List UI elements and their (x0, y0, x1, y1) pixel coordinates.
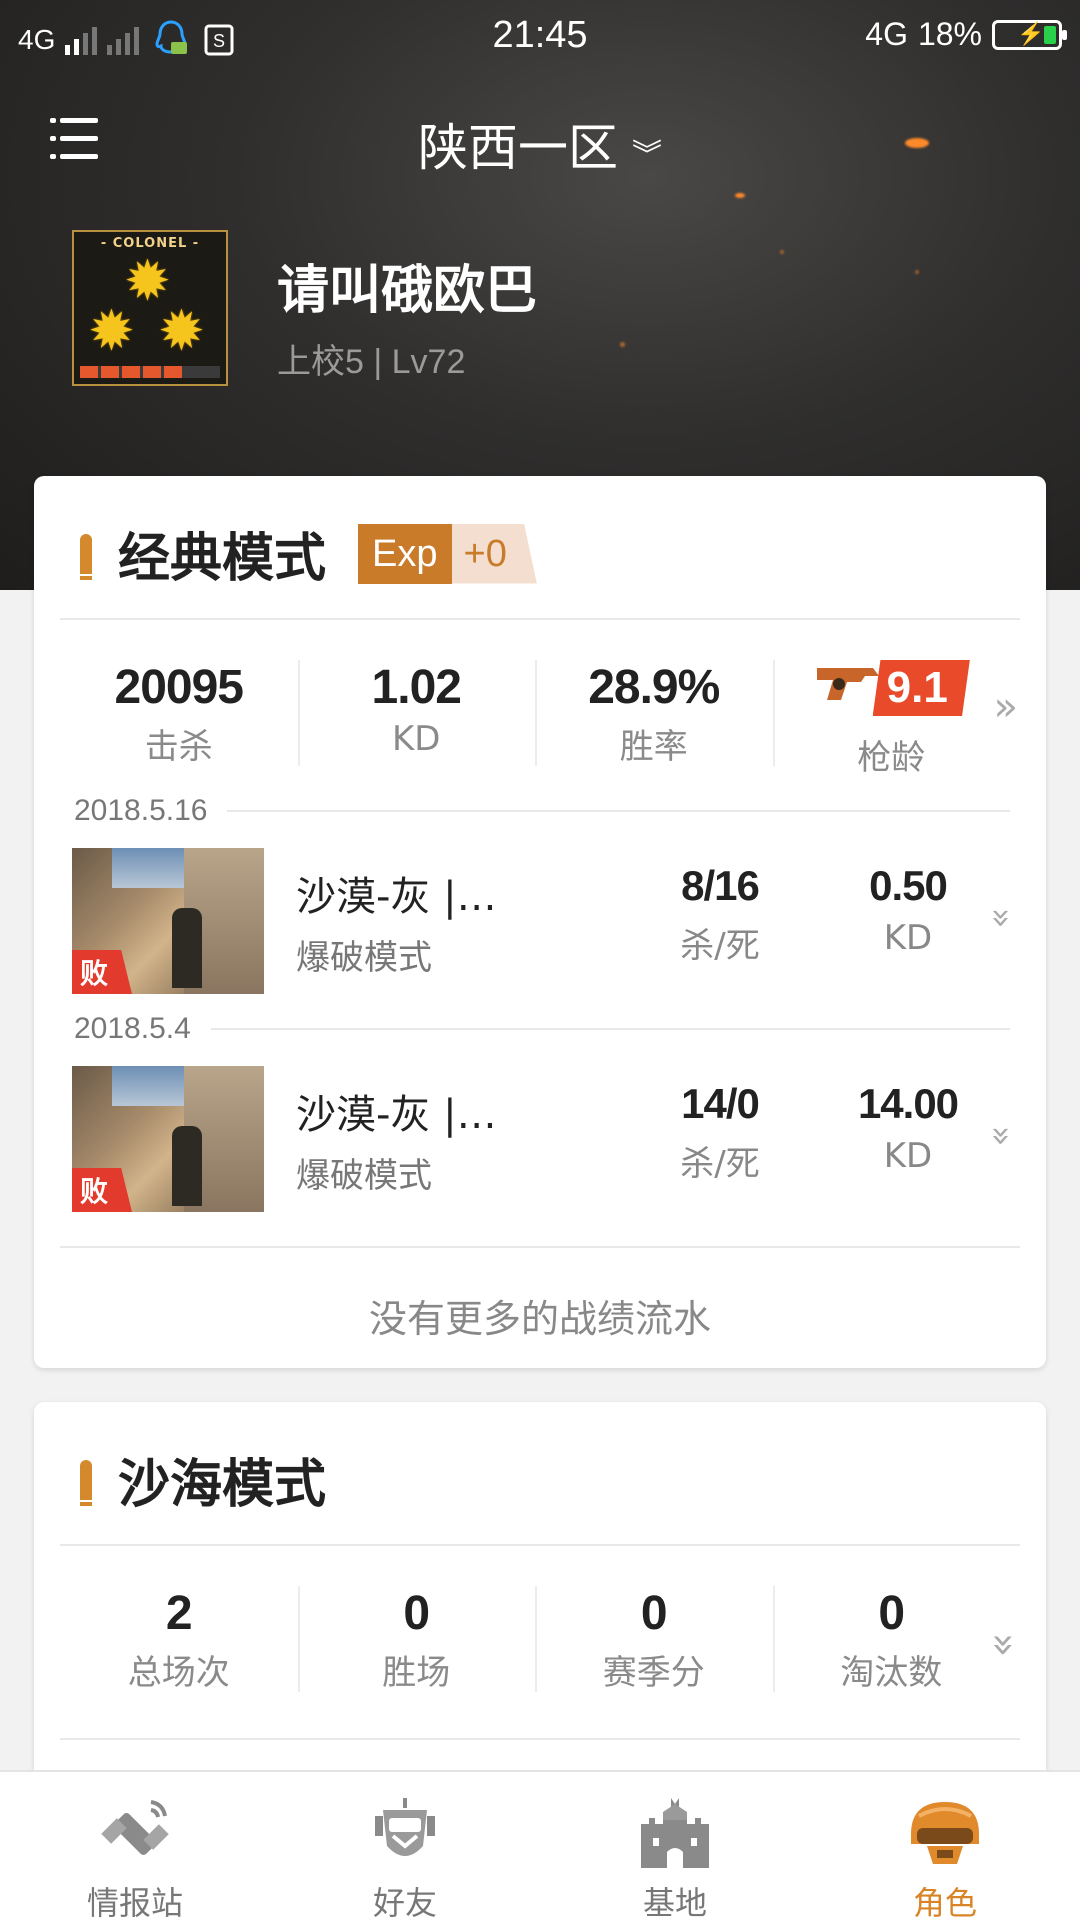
battery-percent: 18% (917, 16, 982, 52)
star-icon: ✹ (158, 299, 205, 364)
match-date: 2018.5.4 (74, 1012, 191, 1045)
expand-icon[interactable]: » (982, 1126, 1022, 1147)
exp-tag: Exp +0 (358, 523, 537, 584)
date-separator: 2018.5.4 (74, 1012, 1010, 1046)
nav-friends[interactable]: 好友 (270, 1772, 540, 1920)
stat-label: 胜率 (619, 727, 688, 767)
network-type-right: 4G (865, 16, 908, 52)
result-badge: 败 (72, 1168, 132, 1212)
exp-label: Exp (358, 523, 452, 584)
nav-label: 好友 (372, 1884, 437, 1920)
divider (60, 1544, 1020, 1546)
match-map: 沙漠-灰 |… (296, 1092, 497, 1138)
nav-character[interactable]: 角色 (810, 1772, 1080, 1920)
card-title: 沙海模式 (118, 1455, 327, 1515)
star-icon: ✹ (88, 299, 135, 364)
match-kill-death: 8/16 杀/死 (640, 862, 800, 967)
expand-icon[interactable]: » (982, 908, 1022, 929)
nav-intel[interactable]: 情报站 (0, 1772, 270, 1920)
status-bar: 4G S 21:45 4G 18% ⚡ (0, 0, 1080, 72)
rank-progress (80, 366, 220, 378)
chevron-right-icon[interactable]: » (994, 684, 1018, 730)
stat-win-rate: 28.9% 胜率 (535, 660, 773, 779)
sand-mode-card: 沙海模式 2 总场次 0 胜场 0 赛季分 0 淘汰数 » (34, 1402, 1046, 1802)
match-row[interactable]: 败 沙漠-灰 |… 爆破模式 8/16 杀/死 0.50 KD » (72, 848, 1022, 994)
match-row[interactable]: 败 沙漠-灰 |… 爆破模式 14/0 杀/死 14.00 KD » (72, 1066, 1022, 1212)
match-kill-death: 14/0 杀/死 (640, 1080, 800, 1185)
bottom-nav: 情报站 好友 基地 角色 (0, 1770, 1080, 1920)
result-badge: 败 (72, 950, 132, 994)
map-thumbnail: 败 (72, 848, 264, 994)
stat-gun-age: 9.1 枪龄 (772, 660, 1011, 779)
bullet-icon (80, 1459, 92, 1506)
castle-icon (635, 1794, 715, 1874)
date-separator: 2018.5.16 (74, 794, 1010, 828)
match-mode: 爆破模式 (296, 1156, 432, 1196)
nav-label: 基地 (642, 1884, 707, 1920)
card-title: 经典模式 (118, 529, 327, 589)
kd-value: 0.50 (869, 862, 948, 909)
stat-value: 1.02 (371, 661, 462, 714)
kd-label: KD (883, 1136, 933, 1176)
gun-age-badge: 9.1 (813, 660, 970, 716)
no-more-records: 没有更多的战绩流水 (368, 1297, 711, 1341)
stat-label: 赛季分 (602, 1653, 705, 1693)
stat-season-score: 0 赛季分 (535, 1586, 773, 1694)
stat-label: 胜场 (382, 1653, 451, 1693)
satellite-icon (95, 1794, 175, 1874)
helmet-icon (905, 1794, 985, 1874)
stat-value: 2 (165, 1587, 193, 1640)
kill-death-label: 杀/死 (680, 1144, 760, 1184)
classic-stats[interactable]: 20095 击杀 1.02 KD 28.9% 胜率 9.1 枪龄 (60, 660, 1010, 779)
divider (60, 1246, 1020, 1248)
stat-value: 0 (640, 1587, 668, 1640)
stat-label: 淘汰数 (840, 1653, 943, 1693)
player-rank-level: 上校5 | Lv72 (277, 343, 466, 381)
battery-icon: ⚡ (992, 19, 1067, 50)
match-kd: 0.50 KD (828, 862, 988, 958)
stat-value: 0 (878, 1587, 905, 1640)
pistol-icon (813, 654, 883, 722)
kd-label: KD (883, 918, 933, 958)
server-name: 陕西一区 (418, 119, 618, 177)
nav-label: 情报站 (86, 1884, 183, 1920)
stat-value: 28.9% (588, 661, 720, 714)
divider (60, 1738, 1020, 1740)
stat-label: 击杀 (144, 727, 213, 767)
match-map: 沙漠-灰 |… (296, 874, 497, 920)
map-thumbnail: 败 (72, 1066, 264, 1212)
kd-value: 14.00 (857, 1080, 959, 1127)
stat-eliminations: 0 淘汰数 (772, 1586, 1011, 1694)
stat-total-matches: 2 总场次 (60, 1586, 298, 1694)
sand-stats[interactable]: 2 总场次 0 胜场 0 赛季分 0 淘汰数 (60, 1586, 1010, 1694)
stat-value: 20095 (114, 661, 244, 714)
divider (60, 618, 1020, 620)
kill-death-value: 8/16 (681, 862, 760, 909)
bullet-icon (80, 533, 92, 580)
expand-icon[interactable]: » (981, 1633, 1027, 1657)
rank-badge[interactable]: - COLONEL - ✹ ✹ ✹ (72, 230, 228, 386)
stat-kd: 1.02 KD (297, 660, 536, 779)
match-kd: 14.00 KD (828, 1080, 988, 1176)
stat-label: KD (392, 719, 441, 759)
match-mode: 爆破模式 (296, 938, 432, 978)
nav-base[interactable]: 基地 (540, 1772, 810, 1920)
gun-age-value: 9.1 (872, 660, 970, 716)
stat-label: 总场次 (127, 1653, 230, 1693)
classic-mode-card: 经典模式 Exp +0 20095 击杀 1.02 KD 28.9% 胜率 9.… (34, 476, 1046, 1368)
chevron-down-icon: ︾ (632, 137, 662, 173)
kill-death-label: 杀/死 (680, 926, 760, 966)
stat-kills: 20095 击杀 (60, 660, 298, 779)
match-date: 2018.5.16 (74, 794, 208, 827)
player-name: 请叫硪欧巴 (277, 261, 538, 321)
stat-label: 枪龄 (857, 738, 926, 778)
robot-icon (365, 1794, 445, 1874)
kill-death-value: 14/0 (681, 1080, 760, 1127)
nav-label: 角色 (912, 1884, 977, 1920)
stat-value: 0 (403, 1587, 430, 1640)
server-selector[interactable]: 陕西一区 ︾ (0, 108, 1080, 180)
exp-value: +0 (451, 523, 537, 584)
stat-wins: 0 胜场 (297, 1586, 536, 1694)
